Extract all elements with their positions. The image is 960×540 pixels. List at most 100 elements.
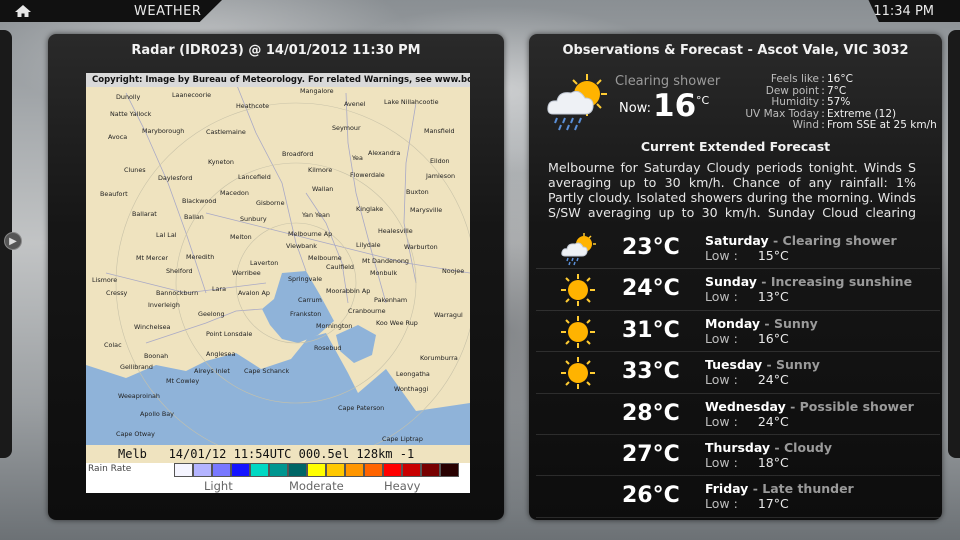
forecast-day-row: 23°C Saturday - Clearing shower Low : 15°C [536, 228, 940, 270]
page-title: WEATHER [36, 0, 222, 22]
town-label: Avenel [344, 100, 366, 108]
town-label: Korumburra [420, 354, 458, 362]
forecast-high-temp: 23°C [622, 235, 680, 260]
radar-map: Dunolly Laanecoorie Natte Yallock Avoca … [86, 73, 470, 493]
side-menu-arrow-icon[interactable]: ▶ [4, 232, 22, 250]
forecast-condition: Increasing sunshine [770, 274, 913, 290]
town-label: Mangalore [300, 87, 334, 95]
town-label: Maryborough [142, 127, 184, 135]
town-label: Noojee [442, 267, 464, 275]
forecast-low-temp: 13°C [757, 289, 789, 305]
sun-icon [560, 356, 596, 390]
town-label: Lismore [92, 276, 117, 284]
forecast-low: Low : 13°C [705, 289, 789, 304]
town-label: Laanecoorie [172, 91, 211, 99]
radar-title: Radar (IDR023) @ 14/01/2012 11:30 PM [131, 43, 421, 58]
town-label: Warburton [404, 243, 438, 251]
observations-title: Observations & Forecast - Ascot Vale, VI… [562, 43, 909, 58]
rain-rate-swatch [383, 463, 402, 477]
town-label: Caulfield [326, 263, 354, 271]
forecast-low-temp: 15°C [757, 248, 789, 263]
town-label: Buxton [406, 188, 429, 196]
town-label: Pakenham [374, 296, 407, 304]
cloud-sun-rain-icon [547, 74, 607, 131]
town-label: Monbulk [370, 269, 397, 277]
forecast-high-temp: 26°C [622, 483, 680, 509]
town-label: Ballan [184, 213, 204, 221]
town-label: Sunbury [240, 215, 267, 223]
town-label: Kyneton [208, 158, 234, 166]
town-label: Clunes [124, 166, 146, 174]
radar-timestamp: Melb 14/01/12 11:54UTC 000.5el 128km -1 [118, 447, 415, 461]
forecast-low: Low : 15°C [705, 248, 789, 263]
rain-rate-swatch [212, 463, 231, 477]
town-label: Cape Schanck [244, 367, 289, 375]
current-temperature: 16 [653, 88, 697, 124]
town-label: Wonthaggi [394, 385, 428, 393]
town-label: Castlemaine [206, 128, 246, 136]
detail-humidity: Humidity:57% [771, 96, 851, 108]
forecast-condition: Late thunder [762, 481, 854, 497]
rain-rate-swatch [440, 463, 459, 477]
sun-icon [560, 315, 596, 349]
town-label: Warragul [434, 311, 463, 319]
forecast-low: Low : 18°C [705, 455, 789, 470]
rain-rate-swatch [402, 463, 421, 477]
town-label: Melton [230, 233, 252, 241]
forecast-day-label: Thursday [705, 439, 771, 455]
forecast-high-temp: 31°C [622, 317, 680, 343]
forecast-day-row: 31°C Monday - Sunny Low : 16°C [536, 311, 940, 353]
forecast-day-name: Monday - Sunny [705, 315, 818, 331]
town-label: Wallan [312, 185, 333, 193]
town-label: Cape Liptrap [382, 435, 423, 443]
forecast-day-label: Wednesday [705, 398, 786, 414]
town-label: Springvale [288, 275, 322, 283]
weather-icon-empty [560, 480, 596, 514]
rain-rate-swatch [174, 463, 193, 477]
rain-rate-legend: Rain Rate Light Moderate Heavy [86, 463, 470, 493]
forecast-low-label: Low : [705, 248, 738, 263]
clock: 11:34 PM [868, 0, 960, 22]
radar-copyright: Copyright: Image by Bureau of Meteorolog… [86, 73, 470, 87]
clock-text: 11:34 PM [873, 3, 934, 19]
town-label: Lara [212, 285, 226, 293]
town-label: Flowerdale [350, 171, 385, 179]
town-label: Weeaproinah [118, 392, 160, 400]
town-label: Melbourne Ap [288, 230, 332, 238]
town-label: Broadford [282, 150, 314, 158]
town-label: Leongatha [396, 370, 430, 378]
town-label: Apollo Bay [140, 410, 174, 418]
town-label: Boonah [144, 352, 168, 360]
forecast-low-temp: 24°C [757, 413, 789, 429]
town-label: Mansfield [424, 127, 455, 135]
rain-rate-swatch [307, 463, 326, 477]
page-title-text: WEATHER [134, 3, 202, 19]
detail-wind: Wind: From SSE at 25 km/h [792, 119, 937, 131]
forecast-low: Low : 24°C [705, 372, 789, 387]
town-label: Werribee [232, 269, 261, 277]
side-panel-edge [948, 30, 960, 458]
town-label: Avalon Ap [238, 289, 270, 297]
town-label: Mt Dandenong [362, 257, 409, 265]
forecast-high-temp: 27°C [622, 441, 680, 467]
town-label: Daylesford [158, 174, 192, 182]
forecast-low-label: Low : [705, 330, 738, 346]
top-bar: WEATHER 11:34 PM [0, 0, 960, 22]
forecast-condition: Sunny [773, 315, 818, 331]
town-label: Rosebud [314, 344, 342, 352]
forecast-condition: Sunny [776, 357, 820, 373]
town-label: Cape Otway [116, 430, 155, 438]
town-label: Laverton [250, 259, 278, 267]
radar-map-image: Dunolly Laanecoorie Natte Yallock Avoca … [86, 82, 470, 445]
town-label: Melbourne [308, 254, 342, 262]
town-label: Frankston [290, 310, 321, 318]
sun-icon [560, 273, 596, 307]
town-label: Cape Paterson [338, 404, 384, 412]
forecast-low-temp: 24°C [757, 372, 789, 388]
town-label: Dunolly [116, 93, 140, 101]
forecast-low-temp: 18°C [757, 454, 789, 470]
town-label: Geelong [198, 310, 225, 318]
forecast-low-label: Low : [705, 454, 738, 470]
town-label: Kilmore [308, 166, 332, 174]
town-label: Lal Lal [156, 231, 177, 239]
